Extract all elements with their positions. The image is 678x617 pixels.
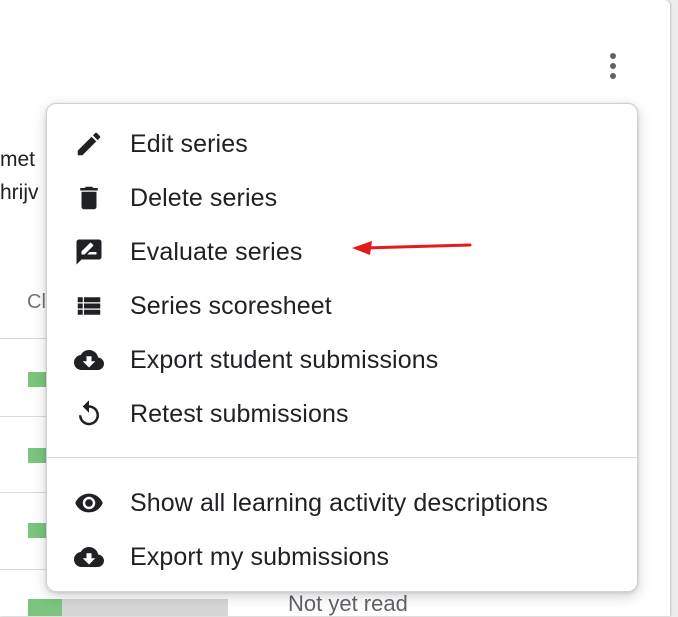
menu-item-show-descriptions[interactable]: Show all learning activity descriptions: [47, 476, 637, 530]
progress-indicator: [28, 523, 48, 538]
menu-item-label: Export student submissions: [130, 345, 439, 374]
menu-item-label: Show all learning activity descriptions: [130, 488, 548, 517]
progress-bar: [28, 599, 228, 616]
cloud-download-icon: [73, 344, 105, 376]
list-icon: [73, 290, 105, 322]
progress-indicator: [28, 448, 48, 463]
menu-item-export-student-submissions[interactable]: Export student submissions: [47, 333, 637, 387]
menu-item-label: Retest submissions: [130, 399, 349, 428]
trash-icon: [73, 182, 105, 214]
annotation-arrow: [352, 241, 472, 255]
pencil-icon: [73, 128, 105, 160]
cloud-download-icon: [73, 541, 105, 573]
menu-item-label: Series scoresheet: [130, 291, 332, 320]
description-text-line-1: met: [0, 148, 36, 171]
menu-item-label: Edit series: [130, 129, 248, 158]
eye-icon: [73, 487, 105, 519]
menu-item-edit-series[interactable]: Edit series: [47, 117, 637, 171]
menu-item-label: Delete series: [130, 183, 278, 212]
table-row-divider: [0, 416, 46, 417]
menu-item-evaluate-series[interactable]: Evaluate series: [47, 225, 637, 279]
table-row-divider: [0, 338, 46, 339]
series-actions-menu: Edit series Delete series Evaluate serie…: [46, 103, 638, 592]
menu-item-delete-series[interactable]: Delete series: [47, 171, 637, 225]
menu-item-label: Export my submissions: [130, 542, 390, 571]
menu-item-label: Evaluate series: [130, 237, 303, 266]
table-row-divider: [0, 492, 46, 493]
table-row-divider: [0, 569, 46, 570]
refresh-icon: [73, 398, 105, 430]
menu-item-export-my-submissions[interactable]: Export my submissions: [47, 530, 637, 584]
table-column-header: Cl: [27, 291, 46, 313]
menu-item-series-scoresheet[interactable]: Series scoresheet: [47, 279, 637, 333]
read-status: Not yet read: [288, 591, 408, 616]
menu-divider: [47, 457, 637, 458]
menu-item-retest-submissions[interactable]: Retest submissions: [47, 387, 637, 441]
rate-review-icon: [73, 236, 105, 268]
more-options-icon[interactable]: [596, 44, 630, 88]
description-text-line-2: hrijv: [0, 181, 39, 204]
progress-indicator: [28, 372, 48, 387]
